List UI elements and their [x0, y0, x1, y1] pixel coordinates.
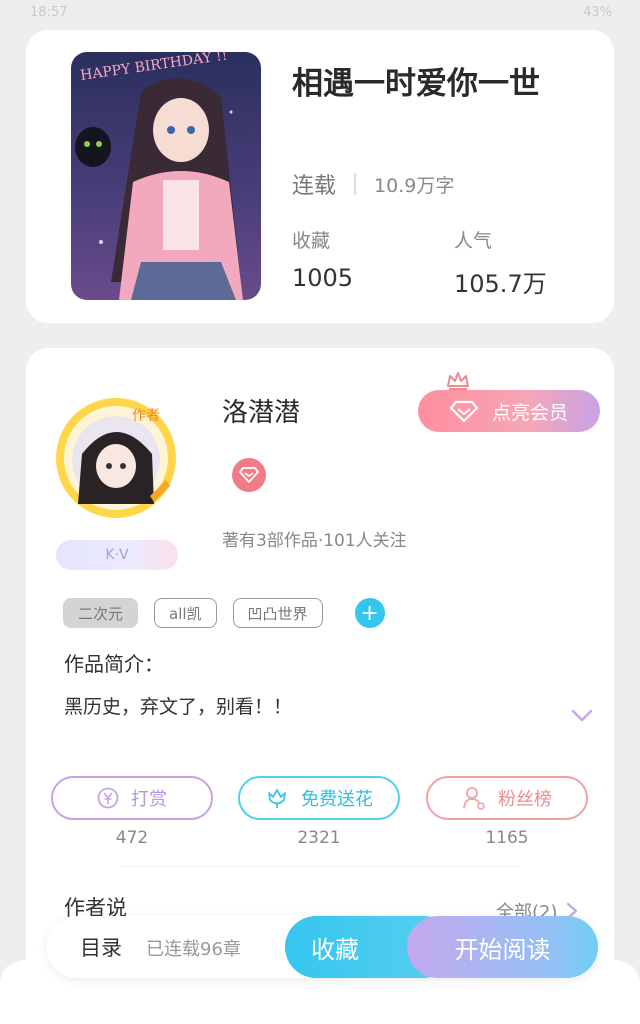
status-battery: 43% [583, 5, 612, 20]
chevron-down-icon[interactable] [571, 708, 593, 727]
author-name[interactable]: 洛潜潜 [222, 392, 300, 429]
send-flower-label: 免费送花 [301, 789, 373, 810]
yuan-icon [97, 787, 119, 809]
status-divider [354, 173, 357, 195]
toc-button[interactable]: 目录 [80, 932, 122, 962]
section-divider [120, 866, 520, 867]
user-icon [462, 786, 486, 810]
vip-button-label: 点亮会员 [491, 401, 568, 424]
start-reading-button[interactable]: 开始阅读 [407, 916, 598, 978]
reward-count: 472 [115, 828, 149, 848]
stat-label-popularity: 人气 [454, 230, 493, 252]
fan-ranking-button[interactable]: 粉丝榜 [426, 776, 588, 820]
reward-label: 打赏 [131, 789, 167, 810]
serial-status: 连载 [292, 174, 337, 199]
intro-text: 黑历史，弃文了，别看！！ [64, 696, 293, 718]
tag-item[interactable]: 二次元 [63, 598, 139, 628]
collect-label: 收藏 [311, 935, 359, 964]
bottom-action-bar: 目录 已连载96章 收藏 开始阅读 [46, 916, 598, 978]
tag-item[interactable]: all凯 [154, 598, 217, 628]
vip-diamond-badge [232, 458, 266, 492]
avatar-badge: 作者 [132, 408, 160, 424]
flower-count: 2321 [297, 828, 341, 848]
kv-badge: K·V [56, 540, 178, 570]
intro-title: 作品简介： [64, 652, 164, 676]
author-avatar[interactable]: 作者 [54, 396, 178, 520]
fan-count: 1165 [485, 828, 529, 848]
send-flower-button[interactable]: 免费送花 [238, 776, 400, 820]
diamond-icon [449, 400, 478, 422]
vip-button[interactable]: 点亮会员 [418, 390, 600, 432]
stat-value-favorites: 1005 [292, 264, 354, 292]
start-reading-label: 开始阅读 [454, 935, 551, 964]
add-tag-button[interactable]: + [354, 598, 385, 628]
book-info-card: HAPPY BIRTHDAY !! 相遇一时爱你一世 连载 10.9万字 收藏 … [26, 30, 614, 323]
status-bar: 18:57 43% [0, 0, 640, 26]
book-title: 相遇一时爱你一世 [292, 66, 540, 102]
book-status-row: 连载 10.9万字 [292, 168, 454, 200]
author-card: 作者 K·V 洛潜潜 点亮会员 著有3部作品·101人关注 二次元 all凯 凹… [26, 348, 614, 988]
fan-ranking-label: 粉丝榜 [498, 789, 552, 810]
reward-button[interactable]: 打赏 [51, 776, 213, 820]
author-meta: 著有3部作品·101人关注 [222, 531, 407, 551]
tag-list: 二次元 all凯 凹凸世界 + [63, 598, 385, 628]
status-time: 18:57 [30, 5, 68, 20]
tag-item[interactable]: 凹凸世界 [232, 598, 323, 628]
word-count: 10.9万字 [374, 174, 455, 197]
stat-value-popularity: 105.7万 [454, 270, 547, 298]
stat-label-favorites: 收藏 [292, 230, 331, 252]
chapter-count: 已连载96章 [146, 939, 241, 960]
flower-icon [265, 787, 289, 809]
book-cover[interactable]: HAPPY BIRTHDAY !! [71, 52, 261, 300]
